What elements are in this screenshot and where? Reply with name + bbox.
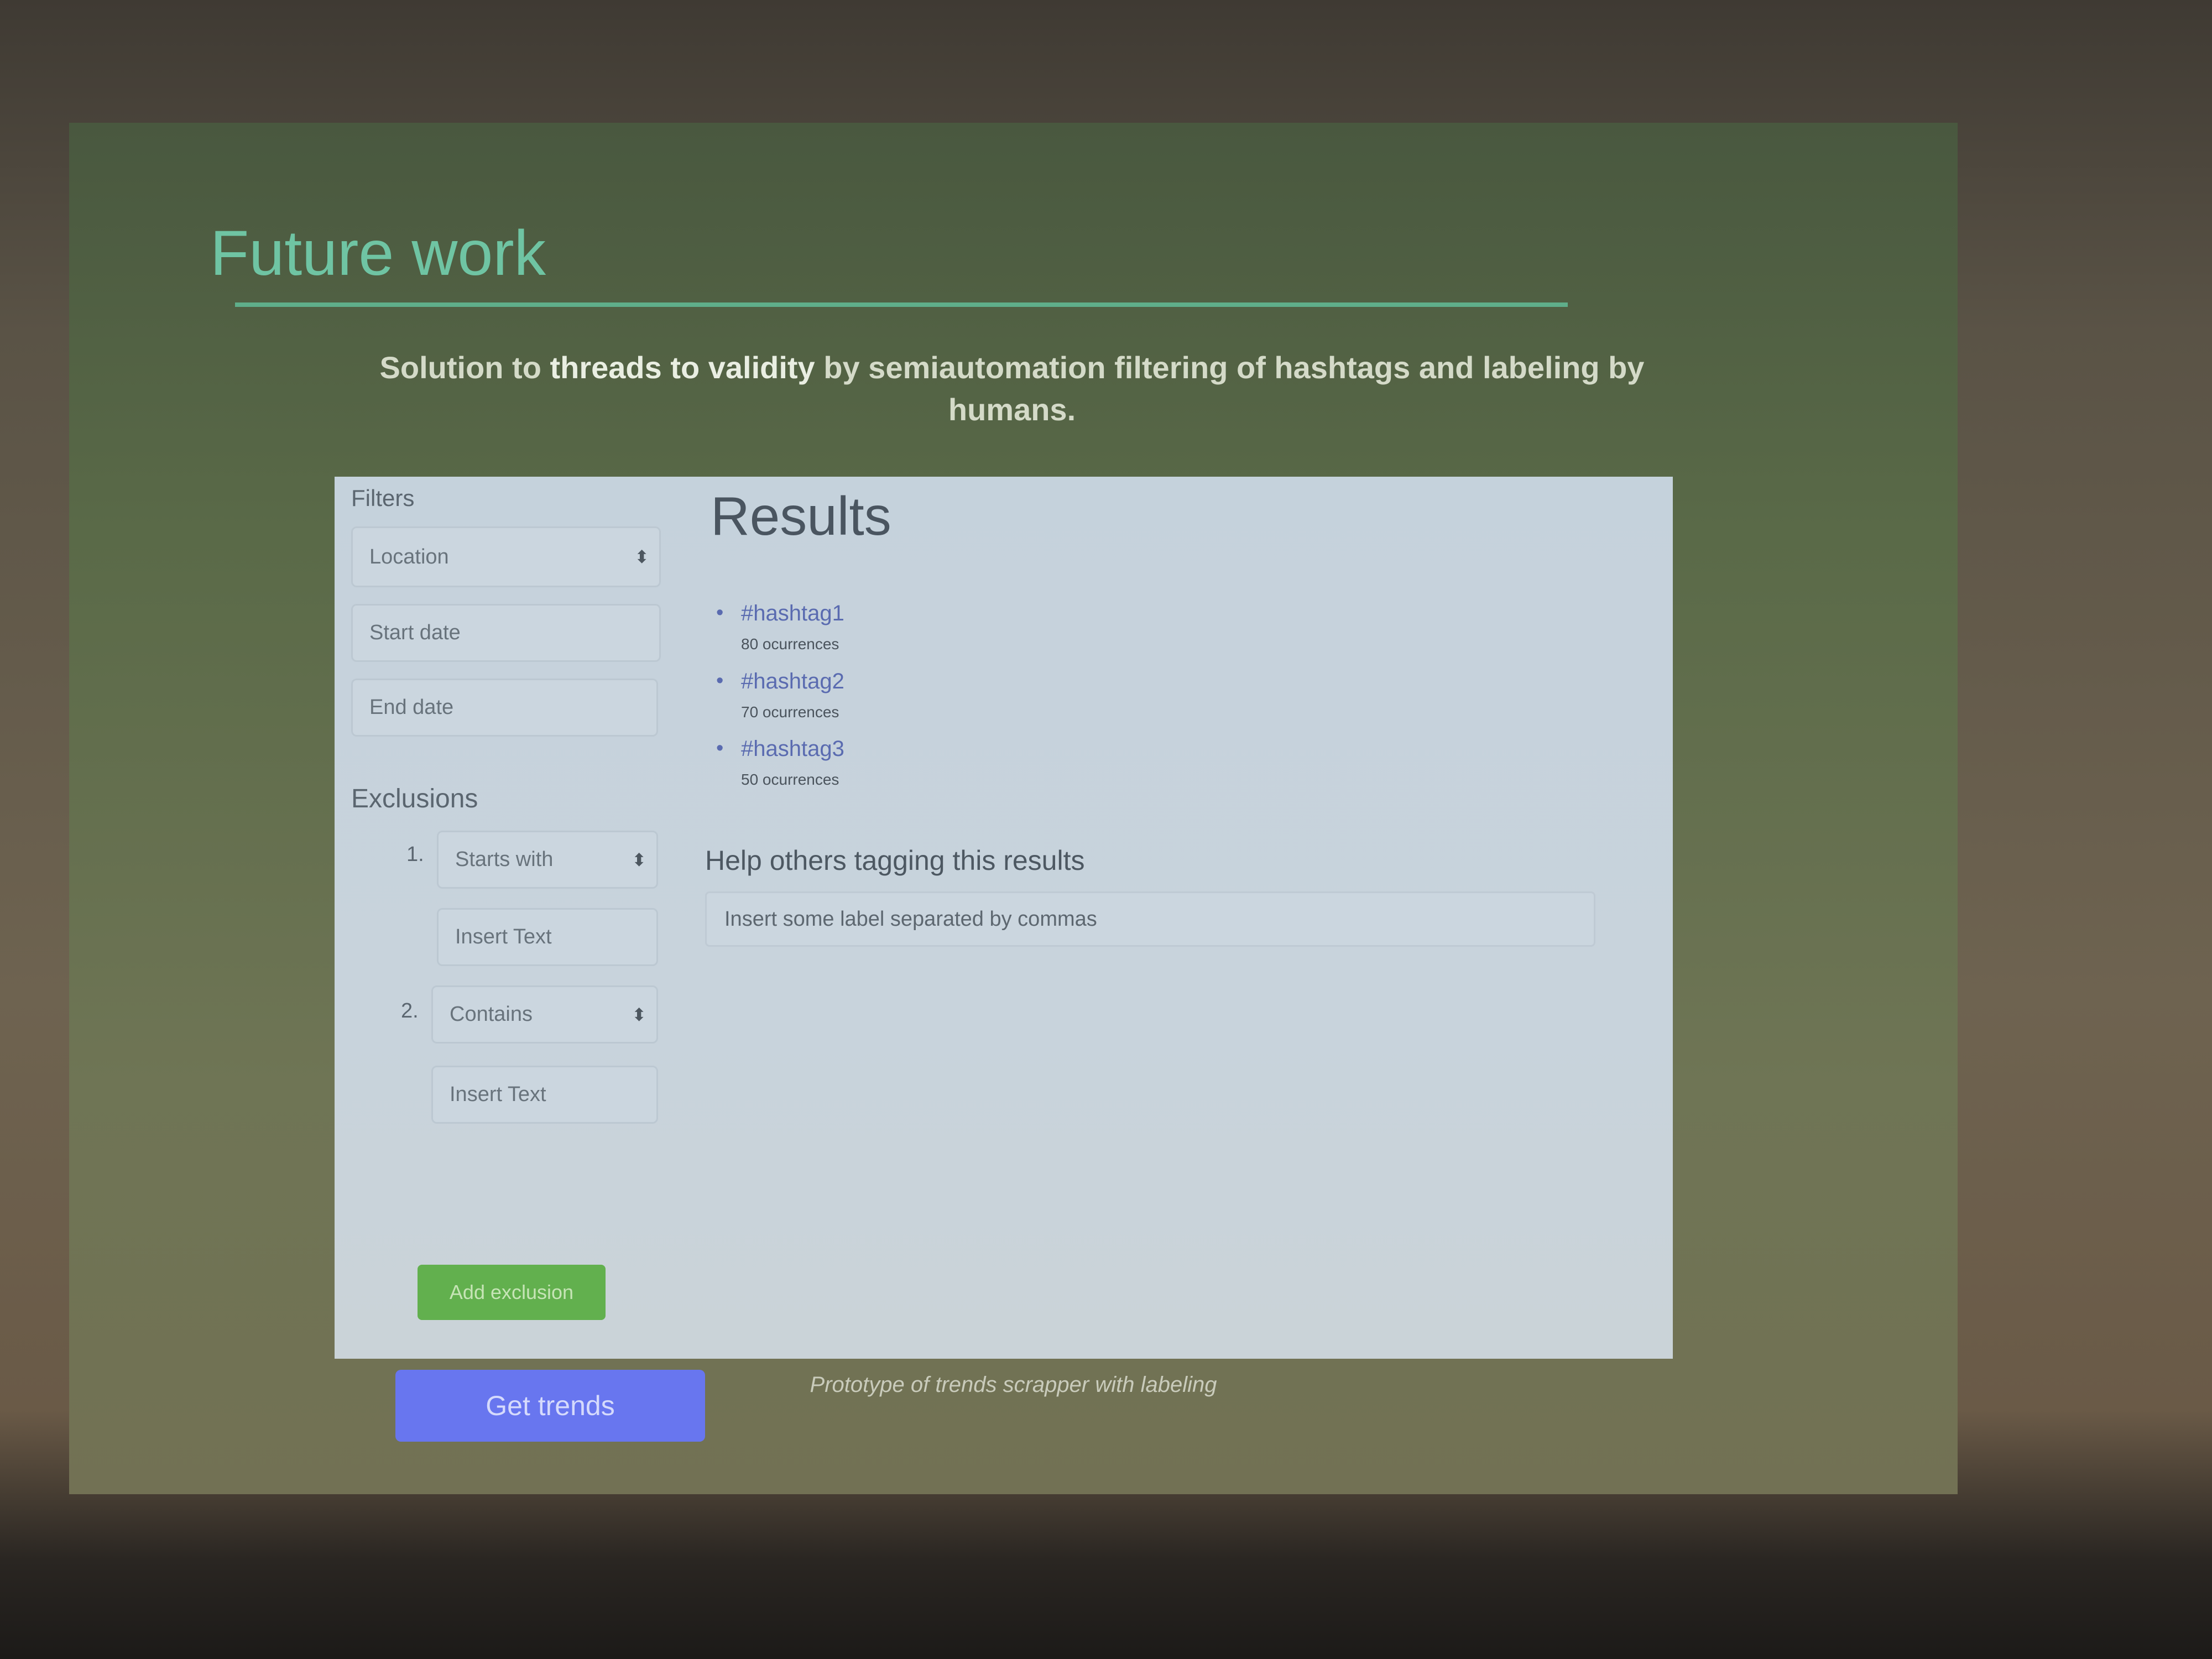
location-select[interactable]: Location ⬍ — [351, 526, 661, 587]
exclusion-type-value: Contains — [450, 1003, 533, 1026]
end-date-input[interactable]: End date — [351, 679, 658, 737]
exclusion-type-select[interactable]: Contains ⬍ — [431, 985, 658, 1044]
start-date-placeholder: Start date — [369, 621, 461, 644]
slide-subtitle: Solution to threads to validity by semia… — [373, 347, 1651, 431]
hashtag-link[interactable]: #hashtag2 — [741, 669, 844, 694]
end-date-placeholder: End date — [369, 696, 454, 719]
hashtag-link[interactable]: #hashtag3 — [741, 737, 844, 761]
exclusion-text-input[interactable]: Insert Text — [437, 908, 658, 966]
exclusions-heading: Exclusions — [351, 784, 478, 813]
title-divider — [235, 302, 1568, 307]
subtitle-highlight: threads to validity — [550, 350, 815, 385]
bullet-icon: • — [716, 601, 724, 624]
bullet-icon: • — [716, 737, 724, 760]
add-exclusion-button[interactable]: Add exclusion — [418, 1265, 606, 1320]
occurrence-count: 70 ocurrences — [741, 703, 839, 721]
occurrence-count: 80 ocurrences — [741, 635, 839, 653]
bullet-icon: • — [716, 669, 724, 692]
slide-caption: Prototype of trends scrapper with labeli… — [810, 1373, 1217, 1397]
label-input[interactable]: Insert some label separated by commas — [705, 891, 1595, 947]
exclusion-type-value: Starts with — [455, 848, 554, 871]
exclusion-text-placeholder: Insert Text — [455, 925, 552, 948]
tagging-heading: Help others tagging this results — [705, 845, 1085, 876]
exclusion-type-select[interactable]: Starts with ⬍ — [437, 831, 658, 889]
start-date-input[interactable]: Start date — [351, 604, 661, 662]
exclusion-number: 1. — [406, 843, 424, 866]
occurrence-count: 50 ocurrences — [741, 771, 839, 788]
up-down-chevron-icon: ⬍ — [632, 849, 646, 870]
exclusion-number: 2. — [401, 999, 419, 1022]
label-input-placeholder: Insert some label separated by commas — [724, 907, 1097, 931]
exclusion-text-input[interactable]: Insert Text — [431, 1066, 658, 1124]
up-down-chevron-icon: ⬍ — [634, 547, 649, 567]
presentation-slide: Future work Solution to threads to valid… — [69, 123, 1958, 1494]
subtitle-part: Solution to — [379, 350, 550, 385]
app-screenshot: Filters Location ⬍ Start date End date E… — [335, 477, 1673, 1442]
subtitle-part: by semiautomation filtering of hashtags … — [815, 350, 1645, 427]
location-select-value: Location — [369, 545, 449, 568]
up-down-chevron-icon: ⬍ — [632, 1004, 646, 1025]
results-title: Results — [711, 486, 891, 546]
slide-title: Future work — [210, 218, 546, 289]
filters-heading: Filters — [351, 485, 415, 511]
hashtag-link[interactable]: #hashtag1 — [741, 601, 844, 626]
exclusion-text-placeholder: Insert Text — [450, 1083, 546, 1106]
